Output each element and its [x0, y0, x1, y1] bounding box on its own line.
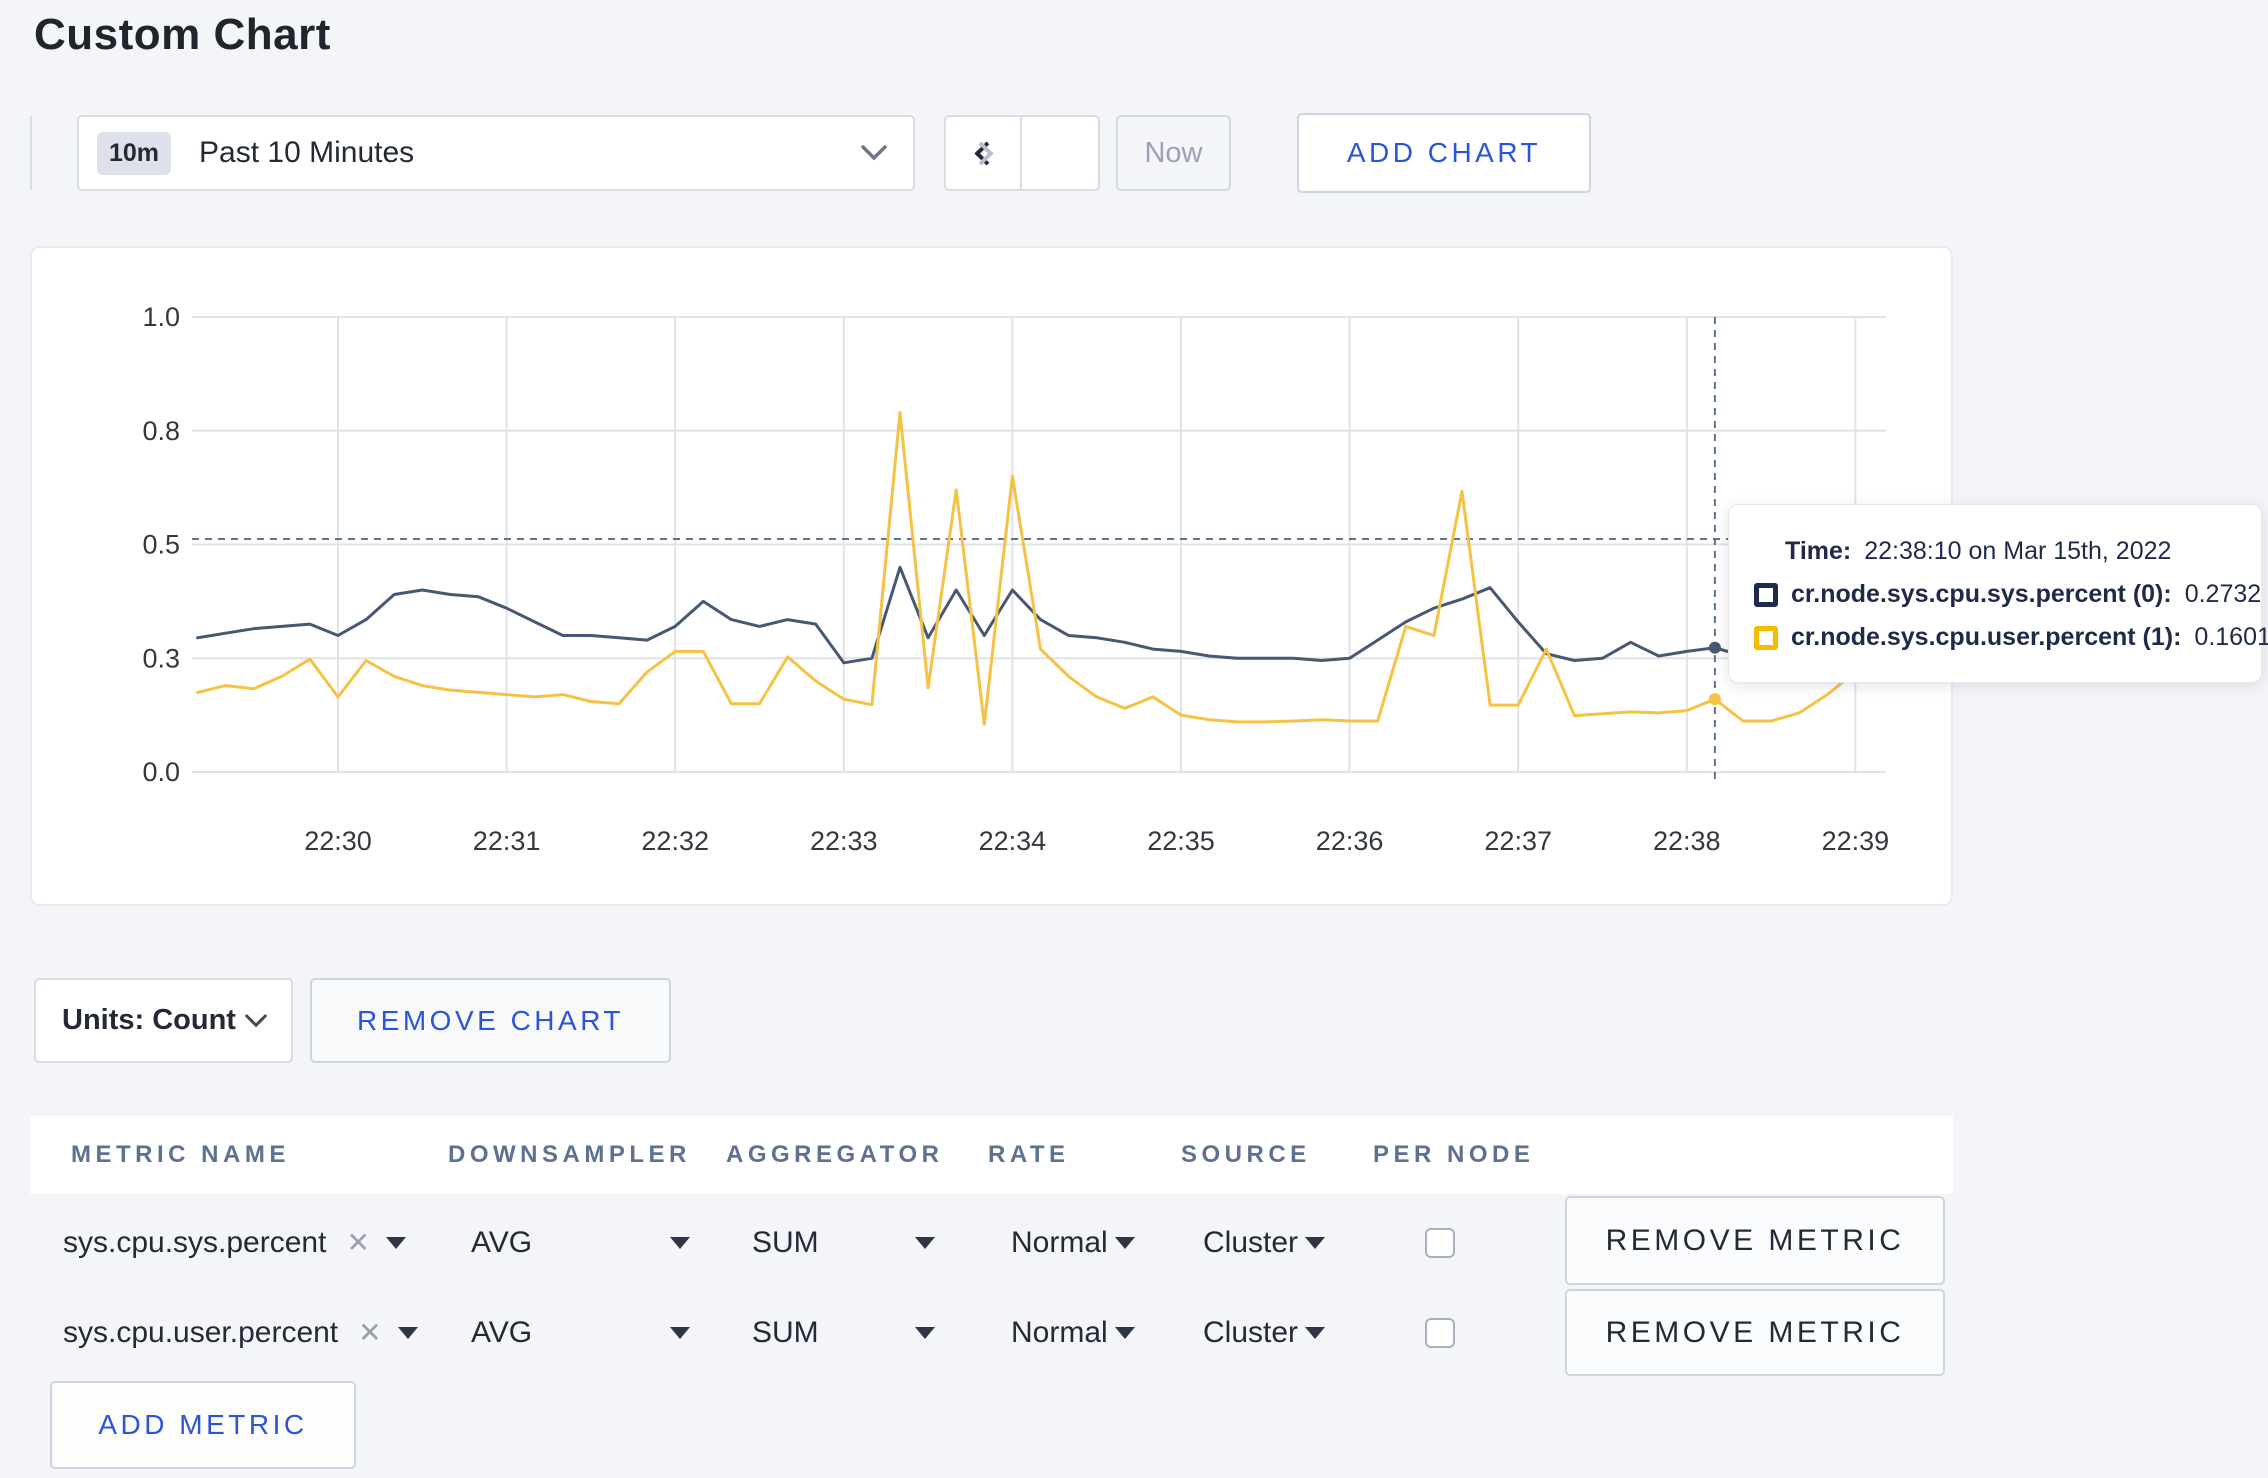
chevron-right-icon	[968, 140, 994, 166]
svg-text:0.3: 0.3	[142, 643, 180, 673]
svg-text:0.8: 0.8	[142, 416, 180, 446]
add-chart-button[interactable]: ADD CHART	[1297, 113, 1591, 193]
caret-down-icon	[670, 1236, 690, 1249]
downsampler-select[interactable]: AVG	[441, 1289, 690, 1376]
col-header-rate: RATE	[988, 1141, 1070, 1168]
time-shift-group	[944, 115, 1100, 191]
next-range-button[interactable]	[946, 117, 1022, 189]
tooltip-sys-label: cr.node.sys.cpu.sys.percent (0):	[1791, 580, 2172, 608]
svg-text:22:36: 22:36	[1316, 826, 1384, 856]
col-header-metric-name: METRIC NAME	[71, 1141, 290, 1168]
metrics-table-header: METRIC NAME DOWNSAMPLER AGGREGATOR RATE …	[30, 1116, 1953, 1194]
rate-value: Normal	[1011, 1315, 1108, 1349]
source-select[interactable]: Cluster	[1173, 1196, 1325, 1289]
svg-text:0.5: 0.5	[142, 530, 180, 560]
col-header-downsampler: DOWNSAMPLER	[448, 1141, 691, 1168]
svg-text:22:30: 22:30	[304, 826, 372, 856]
units-label: Units: Count	[62, 1004, 236, 1036]
metric-name-value: sys.cpu.sys.percent	[63, 1225, 327, 1259]
tooltip-user-label: cr.node.sys.cpu.user.percent (1):	[1791, 623, 2182, 651]
chevron-down-icon	[861, 145, 887, 161]
toolbar-divider	[30, 116, 32, 190]
caret-down-icon	[915, 1236, 935, 1249]
clear-metric-icon[interactable]: ✕	[358, 1316, 381, 1349]
series-sys-swatch	[1754, 582, 1778, 607]
source-select[interactable]: Cluster	[1173, 1289, 1325, 1376]
add-metric-button[interactable]: ADD METRIC	[50, 1381, 356, 1469]
col-header-source: SOURCE	[1181, 1141, 1311, 1168]
aggregator-select[interactable]: SUM	[722, 1289, 935, 1376]
downsampler-value: AVG	[471, 1315, 533, 1349]
downsampler-value: AVG	[471, 1225, 533, 1259]
per-node-cell	[1425, 1196, 1455, 1289]
caret-down-icon	[1305, 1236, 1325, 1249]
page-title: Custom Chart	[34, 10, 331, 59]
units-dropdown[interactable]: Units: Count	[34, 978, 293, 1063]
rate-value: Normal	[1011, 1225, 1108, 1259]
svg-text:22:37: 22:37	[1484, 826, 1552, 856]
tooltip-sys-value: 0.2732	[2184, 580, 2262, 608]
chevron-down-icon	[245, 1013, 267, 1027]
col-header-per-node: PER NODE	[1373, 1141, 1535, 1168]
svg-text:22:34: 22:34	[979, 826, 1047, 856]
remove-metric-button[interactable]: REMOVE METRIC	[1565, 1289, 1945, 1376]
metric-name-select[interactable]: sys.cpu.sys.percent ✕	[63, 1196, 406, 1289]
caret-down-icon	[1115, 1236, 1135, 1249]
aggregator-value: SUM	[752, 1315, 819, 1349]
clear-metric-icon[interactable]: ✕	[346, 1226, 369, 1259]
svg-text:22:31: 22:31	[473, 826, 541, 856]
svg-text:22:39: 22:39	[1822, 826, 1890, 856]
svg-text:0.0: 0.0	[142, 757, 180, 787]
rate-select[interactable]: Normal	[981, 1196, 1135, 1289]
col-header-aggregator: AGGREGATOR	[726, 1141, 944, 1168]
now-button[interactable]: Now	[1116, 115, 1231, 191]
metric-name-select[interactable]: sys.cpu.user.percent ✕	[63, 1289, 418, 1376]
metric-row: sys.cpu.user.percent ✕ AVG SUM Normal Cl…	[30, 1289, 1953, 1376]
time-range-label: Past 10 Minutes	[199, 136, 415, 169]
per-node-cell	[1425, 1289, 1455, 1376]
aggregator-select[interactable]: SUM	[722, 1196, 935, 1289]
caret-down-icon	[397, 1326, 418, 1339]
line-chart[interactable]: 0.0 0.3 0.5 0.8 1.0 22:30 22:31 22:32 22:33 22:34…	[32, 248, 1951, 904]
tooltip-user-value: 0.1601	[2194, 623, 2268, 651]
metric-name-value: sys.cpu.user.percent	[63, 1315, 339, 1349]
caret-down-icon	[1305, 1326, 1325, 1339]
svg-text:22:32: 22:32	[641, 826, 709, 856]
svg-text:22:38: 22:38	[1653, 826, 1721, 856]
caret-down-icon	[1115, 1326, 1135, 1339]
tooltip-time-value: 22:38:10 on Mar 15th, 2022	[1864, 537, 2172, 565]
downsampler-select[interactable]: AVG	[441, 1196, 690, 1289]
svg-text:22:35: 22:35	[1147, 826, 1215, 856]
caret-down-icon	[670, 1326, 690, 1339]
caret-down-icon	[915, 1326, 935, 1339]
aggregator-value: SUM	[752, 1225, 819, 1259]
chart-card: 0.0 0.3 0.5 0.8 1.0 22:30 22:31 22:32 22:33 22:34…	[30, 246, 2268, 906]
time-range-badge: 10m	[97, 131, 172, 175]
time-range-dropdown[interactable]: 10m Past 10 Minutes	[77, 115, 915, 191]
remove-chart-button[interactable]: REMOVE CHART	[310, 978, 671, 1063]
chart-tooltip: Time: 22:38:10 on Mar 15th, 2022 cr.node…	[1728, 504, 2268, 683]
caret-down-icon	[385, 1236, 406, 1249]
series-user-swatch	[1754, 625, 1778, 650]
tooltip-time-label: Time:	[1785, 537, 1852, 565]
source-value: Cluster	[1203, 1225, 1299, 1259]
svg-text:22:33: 22:33	[810, 826, 878, 856]
rate-select[interactable]: Normal	[981, 1289, 1135, 1376]
remove-metric-button[interactable]: REMOVE METRIC	[1565, 1196, 1945, 1285]
per-node-checkbox[interactable]	[1425, 1227, 1455, 1258]
source-value: Cluster	[1203, 1315, 1299, 1349]
svg-text:1.0: 1.0	[142, 302, 180, 332]
per-node-checkbox[interactable]	[1425, 1317, 1455, 1348]
metric-row: sys.cpu.sys.percent ✕ AVG SUM Normal Clu…	[30, 1196, 1953, 1289]
